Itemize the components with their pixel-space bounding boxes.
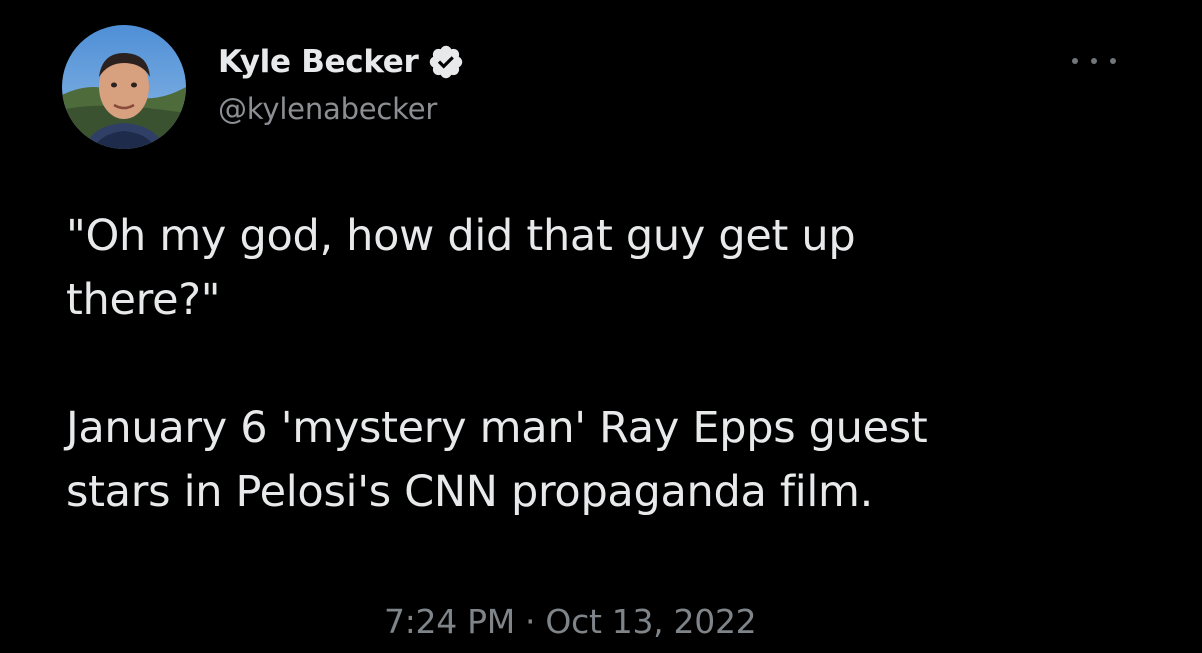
more-dot bbox=[1091, 58, 1097, 64]
author-handle[interactable]: @kylenabecker bbox=[218, 92, 437, 126]
tweet: Kyle Becker @kylenabecker "Oh my god, ho… bbox=[0, 0, 1202, 653]
author-name-row: Kyle Becker bbox=[218, 40, 465, 84]
more-options-icon[interactable] bbox=[1072, 48, 1116, 74]
verified-badge-icon bbox=[427, 43, 465, 81]
tweet-paragraph: "Oh my god, how did that guy get up ther… bbox=[66, 211, 856, 325]
tweet-timestamp[interactable]: 7:24 PM · Oct 13, 2022 bbox=[384, 602, 757, 641]
more-dot bbox=[1072, 58, 1078, 64]
avatar-photo-icon bbox=[62, 25, 186, 149]
author-display-name[interactable]: Kyle Becker bbox=[218, 44, 419, 80]
author-avatar[interactable] bbox=[62, 25, 186, 149]
more-dot bbox=[1110, 58, 1116, 64]
tweet-text: "Oh my god, how did that guy get up ther… bbox=[66, 204, 1156, 524]
tweet-paragraph: January 6 'mystery man' Ray Epps guest s… bbox=[66, 403, 928, 517]
